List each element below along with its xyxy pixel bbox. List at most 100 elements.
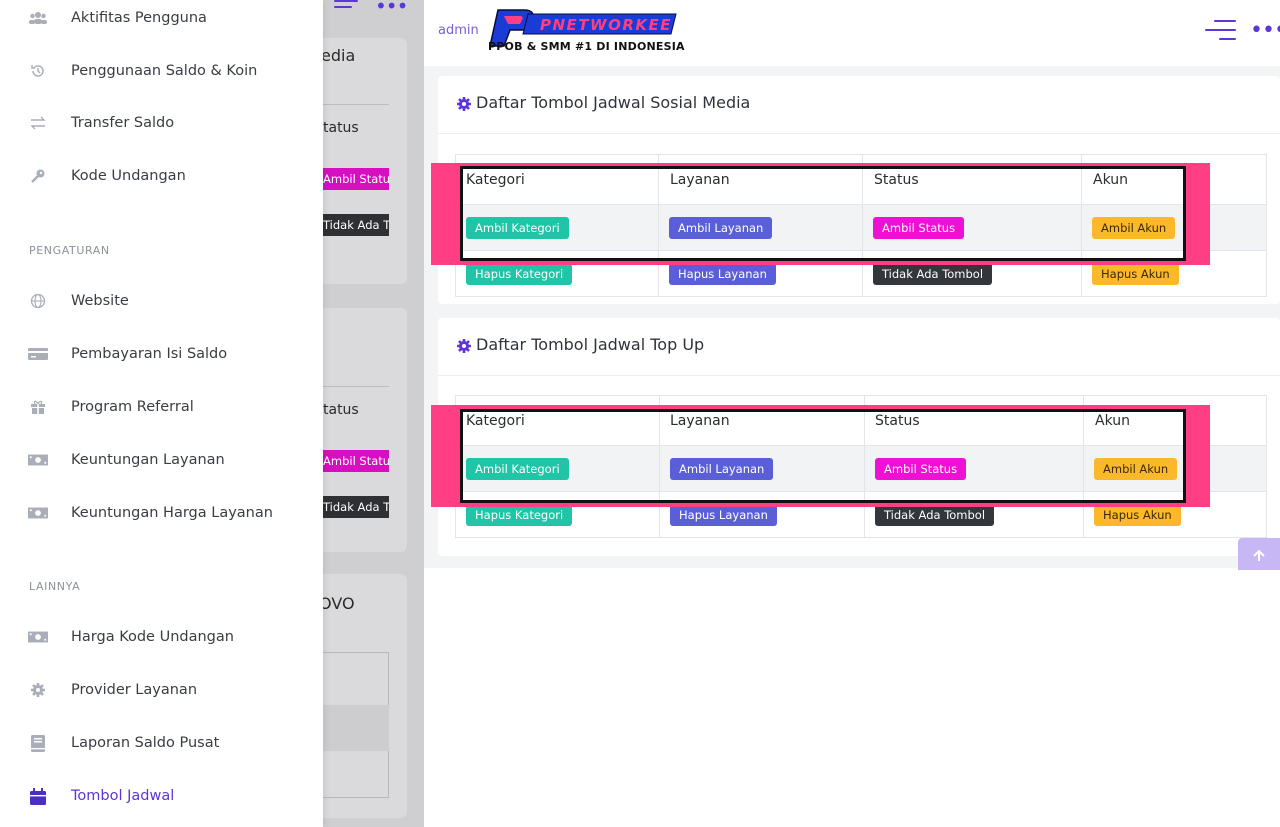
column-header: Status [874, 172, 919, 188]
arrow-up-icon [1253, 549, 1265, 561]
backdrop-text: tatus [323, 402, 359, 418]
backdrop-table [323, 652, 389, 798]
tidak-ada-tombol-badge: Tidak Ada Tombol [875, 504, 995, 526]
hapus-layanan-button[interactable]: Hapus Layanan [669, 263, 776, 285]
table-header-row: Kategori Layanan Status Akun [456, 396, 1266, 446]
backdrop-badge: Ambil Statu [323, 450, 389, 472]
column-header: Akun [1095, 413, 1130, 429]
ambil-kategori-button[interactable]: Ambil Kategori [466, 217, 569, 239]
sidebar-item-harga-kode-undangan[interactable]: Harga Kode Undangan [0, 619, 323, 655]
table-row: Hapus Kategori Hapus Layanan Tidak Ada T… [456, 251, 1266, 297]
column-header: Layanan [670, 172, 730, 188]
ambil-layanan-button[interactable]: Ambil Layanan [670, 458, 774, 480]
tidak-ada-tombol-badge: Tidak Ada Tombol [873, 263, 993, 285]
backdrop-badge: Ambil Statu [323, 168, 389, 190]
column-divider [1083, 396, 1084, 537]
schedule-table: Kategori Layanan Status Akun Ambil Kateg… [455, 395, 1267, 538]
backdrop-overlay[interactable]: ••• edia tatus Ambil Statu Tidak Ada T t… [323, 0, 424, 827]
table-row: Hapus Kategori Hapus Layanan Tidak Ada T… [456, 492, 1266, 538]
hapus-kategori-button[interactable]: Hapus Kategori [466, 504, 573, 526]
sidebar-item-laporan-saldo-pusat[interactable]: Laporan Saldo Pusat [0, 725, 323, 761]
sidebar-item-label: Program Referral [71, 399, 194, 415]
sidebar-item-label: Kode Undangan [71, 168, 186, 184]
more-options-button[interactable]: ••• [1250, 18, 1280, 43]
sidebar-item-keuntungan-harga-layanan[interactable]: Keuntungan Harga Layanan [0, 495, 323, 531]
column-header: Kategori [466, 172, 525, 188]
sidebar-item-label: Tombol Jadwal [71, 788, 175, 804]
gear-icon [28, 680, 48, 700]
transfer-icon [28, 113, 48, 133]
sidebar-item-label: Laporan Saldo Pusat [71, 735, 220, 751]
gift-icon [28, 397, 48, 417]
sidebar-item-label: Provider Layanan [71, 682, 198, 698]
sidebar-item-transfer-saldo[interactable]: Transfer Saldo [0, 105, 323, 141]
column-divider [862, 155, 863, 296]
sidebar-item-provider-layanan[interactable]: Provider Layanan [0, 672, 323, 708]
backdrop-card: edia tatus Ambil Statu Tidak Ada T [323, 38, 407, 284]
key-icon [28, 166, 48, 186]
hapus-akun-button[interactable]: Hapus Akun [1094, 504, 1181, 526]
gear-icon [457, 339, 471, 353]
scroll-to-top-button[interactable] [1238, 538, 1280, 570]
sidebar-item-label: Harga Kode Undangan [71, 629, 234, 645]
main-content: admin PNETWORKEE PPOB & SMM #1 DI INDONE… [424, 0, 1280, 827]
ambil-akun-button[interactable]: Ambil Akun [1094, 458, 1178, 480]
sidebar-item-keuntungan-layanan[interactable]: Keuntungan Layanan [0, 442, 323, 478]
sidebar-item-kode-undangan[interactable]: Kode Undangan [0, 158, 323, 194]
money-icon [28, 450, 48, 470]
column-header: Kategori [466, 413, 525, 429]
more-dots-icon: ••• [375, 0, 408, 18]
gear-icon [457, 97, 471, 111]
hapus-layanan-button[interactable]: Hapus Layanan [670, 504, 777, 526]
ambil-status-button[interactable]: Ambil Status [875, 458, 967, 480]
section-pengaturan: PENGATURAN [29, 244, 110, 257]
sidebar: Aktifitas Pengguna Penggunaan Saldo & Ko… [0, 0, 323, 827]
sidebar-item-label: Pembayaran Isi Saldo [71, 346, 228, 362]
sidebar-item-label: Keuntungan Harga Layanan [71, 505, 273, 521]
ambil-akun-button[interactable]: Ambil Akun [1092, 217, 1176, 239]
hapus-akun-button[interactable]: Hapus Akun [1092, 263, 1179, 285]
menu-toggle-icon [334, 0, 358, 14]
hapus-kategori-button[interactable]: Hapus Kategori [466, 263, 573, 285]
divider [323, 386, 389, 387]
card-title: Daftar Tombol Jadwal Sosial Media [476, 93, 751, 112]
logo-subtitle: PPOB & SMM #1 DI INDONESIA [488, 40, 685, 53]
backdrop-card: tatus Ambil Statu Tidak Ada T [323, 308, 407, 552]
ambil-status-button[interactable]: Ambil Status [873, 217, 965, 239]
column-divider [1081, 155, 1082, 296]
money-icon [28, 503, 48, 523]
column-divider [659, 396, 660, 537]
column-divider [864, 396, 865, 537]
users-icon [28, 8, 48, 28]
topbar: admin PNETWORKEE PPOB & SMM #1 DI INDONE… [424, 0, 1280, 66]
card-header: Daftar Tombol Jadwal Top Up [438, 318, 1280, 376]
card-header: Daftar Tombol Jadwal Sosial Media [438, 76, 1280, 134]
column-header: Layanan [670, 413, 730, 429]
card-icon [28, 344, 48, 364]
sidebar-item-label: Penggunaan Saldo & Koin [71, 63, 258, 79]
backdrop-card: OVO [323, 574, 407, 818]
sidebar-item-program-referral[interactable]: Program Referral [0, 389, 323, 425]
sidebar-item-tombol-jadwal[interactable]: Tombol Jadwal [0, 778, 323, 814]
backdrop-text: OVO [323, 594, 355, 613]
logo-text: PNETWORKEE [540, 16, 672, 34]
ambil-layanan-button[interactable]: Ambil Layanan [669, 217, 773, 239]
sidebar-item-penggunaan-saldo[interactable]: Penggunaan Saldo & Koin [0, 53, 323, 89]
table-header-row: Kategori Layanan Status Akun [456, 155, 1266, 205]
menu-toggle-button[interactable] [1205, 20, 1236, 42]
table-row: Ambil Kategori Ambil Layanan Ambil Statu… [456, 205, 1266, 251]
column-divider [658, 155, 659, 296]
sidebar-item-aktifitas-pengguna[interactable]: Aktifitas Pengguna [0, 0, 323, 36]
schedule-table: Kategori Layanan Status Akun Ambil Kateg… [455, 154, 1267, 297]
column-header: Akun [1093, 172, 1128, 188]
sidebar-item-pembayaran-isi-saldo[interactable]: Pembayaran Isi Saldo [0, 336, 323, 372]
sidebar-item-label: Transfer Saldo [71, 115, 175, 131]
column-header: Status [875, 413, 920, 429]
ambil-kategori-button[interactable]: Ambil Kategori [466, 458, 569, 480]
history-icon [28, 61, 48, 81]
sidebar-item-label: Aktifitas Pengguna [71, 10, 207, 26]
sidebar-item-website[interactable]: Website [0, 283, 323, 319]
backdrop-badge: Tidak Ada T [323, 214, 389, 236]
money-icon [28, 627, 48, 647]
globe-icon [28, 291, 48, 311]
